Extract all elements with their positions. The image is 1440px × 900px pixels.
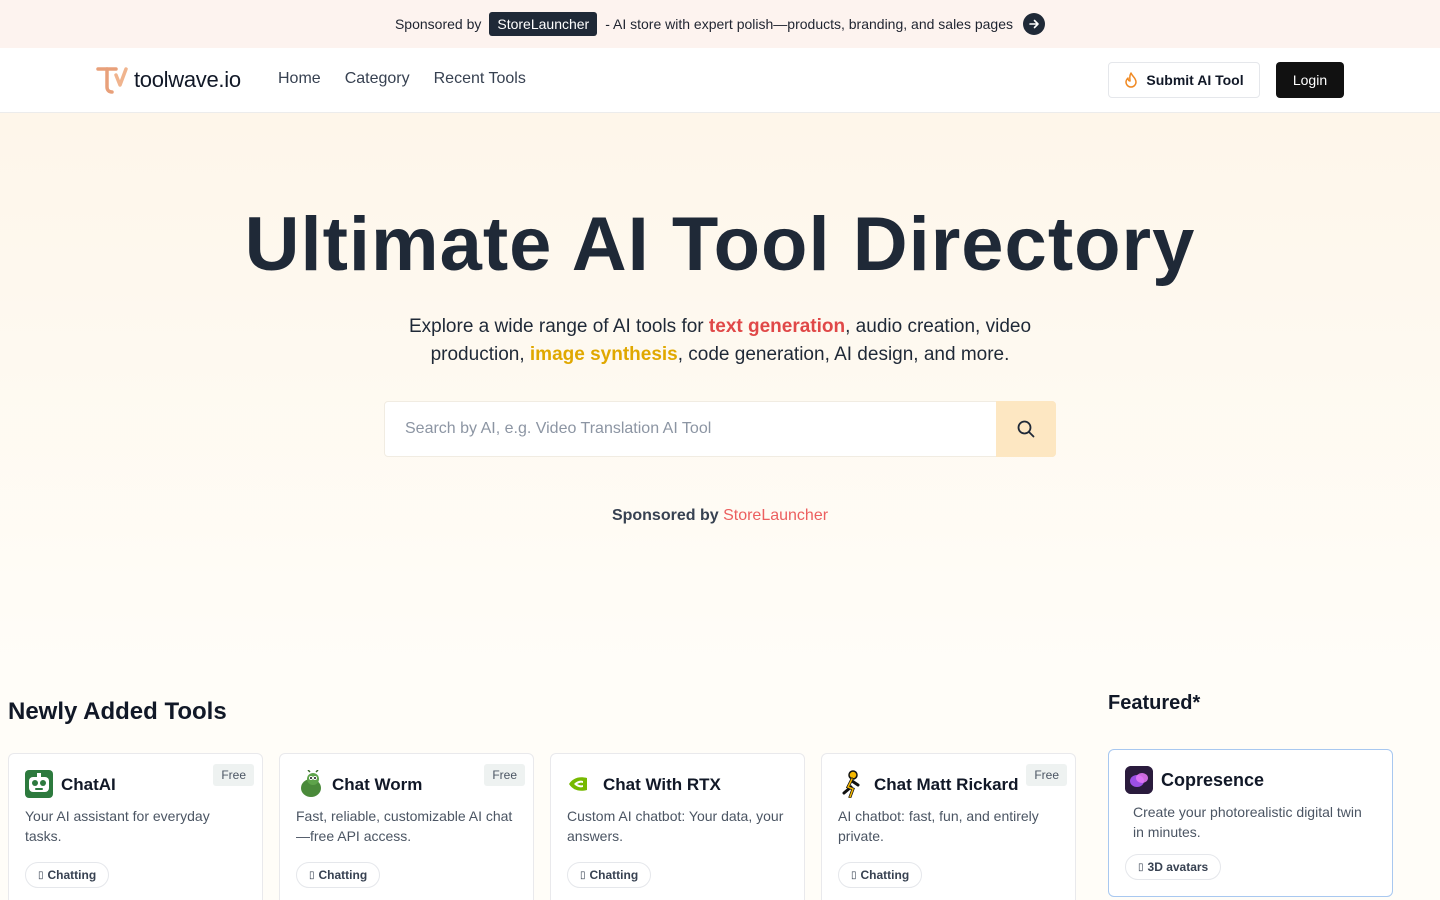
banner-sponsor-link[interactable]: StoreLauncher xyxy=(489,12,598,36)
search-button[interactable] xyxy=(996,401,1056,457)
submit-label: Submit AI Tool xyxy=(1146,72,1244,88)
hero-section: Ultimate AI Tool Directory Explore a wid… xyxy=(0,113,1440,673)
arrow-right-icon[interactable] xyxy=(1023,13,1046,35)
search-bar xyxy=(384,401,1056,457)
sponsored-label: Sponsored by xyxy=(611,507,719,524)
tag-icon: ▯ xyxy=(1138,861,1144,873)
login-button[interactable]: Login xyxy=(1276,62,1344,98)
price-badge: Free xyxy=(1026,764,1067,786)
category-tag[interactable]: ▯ Chatting xyxy=(567,862,652,888)
tool-card-chatai[interactable]: ChatAI Free Your AI assistant for everyd… xyxy=(8,753,263,900)
tag-icon: ▯ xyxy=(580,869,586,881)
category-tag[interactable]: ▯ Chatting xyxy=(25,862,110,888)
copresence-icon xyxy=(1125,766,1153,794)
newly-added-title: Newly Added Tools xyxy=(8,698,227,725)
tool-name: ChatAI xyxy=(61,775,116,794)
category-tag[interactable]: ▯ Chatting xyxy=(296,862,381,888)
category-tag[interactable]: ▯ 3D avatars xyxy=(1125,854,1222,880)
featured-title: Featured* xyxy=(1108,692,1201,714)
price-badge: Free xyxy=(213,764,254,786)
tool-card-chat-matt-rickard[interactable]: Chat Matt Rickard Free AI chatbot: fast,… xyxy=(821,753,1076,900)
tool-description: Custom AI chatbot: Your data, your answe… xyxy=(567,808,784,844)
tool-name: Chat With RTX xyxy=(603,775,721,794)
nav-category[interactable]: Category xyxy=(345,70,410,88)
banner-description: - AI store with expert polish—products, … xyxy=(605,16,1014,32)
tool-name: Chat Matt Rickard xyxy=(874,775,1019,794)
logo-icon xyxy=(96,67,128,94)
tag-icon: ▯ xyxy=(851,869,857,881)
tag-icon: ▯ xyxy=(38,869,44,881)
robot-icon xyxy=(25,770,53,798)
subtitle-text: , code generation, AI design, and more. xyxy=(677,344,1010,365)
tool-description: AI chatbot: fast, fun, and entirely priv… xyxy=(838,808,1039,844)
tool-card-chat-with-rtx[interactable]: Chat With RTX Custom AI chatbot: Your da… xyxy=(550,753,805,900)
main-nav: Home Category Recent Tools xyxy=(278,70,526,88)
tool-description: Your AI assistant for everyday tasks. xyxy=(25,808,210,844)
subtitle-text: Explore a wide range of AI tools for xyxy=(408,316,709,337)
tag-icon: ▯ xyxy=(309,869,315,881)
sponsor-banner: Sponsored by StoreLauncher - AI store wi… xyxy=(0,0,1440,48)
runner-icon xyxy=(842,770,860,798)
featured-tool-description: Create your photorealistic digital twin … xyxy=(1133,804,1362,840)
tag-label: Chatting xyxy=(589,868,639,882)
hero-subtitle: Explore a wide range of AI tools for tex… xyxy=(370,313,1070,369)
featured-tool-name: Copresence xyxy=(1161,770,1265,790)
nvidia-icon xyxy=(569,777,587,791)
tag-label: 3D avatars xyxy=(1147,860,1209,874)
search-icon xyxy=(1017,420,1035,438)
site-header: toolwave.io Home Category Recent Tools S… xyxy=(0,48,1440,113)
sponsored-brand-link[interactable]: StoreLauncher xyxy=(723,507,828,524)
highlight-image-synthesis: image synthesis xyxy=(529,344,678,365)
tag-label: Chatting xyxy=(318,868,368,882)
tool-name: Chat Worm xyxy=(332,775,423,794)
price-badge: Free xyxy=(484,764,525,786)
submit-ai-tool-button[interactable]: Submit AI Tool xyxy=(1108,62,1260,98)
highlight-text-generation: text generation xyxy=(708,316,846,337)
worm-icon xyxy=(301,770,321,797)
hero-sponsored: Sponsored by StoreLauncher xyxy=(0,507,1440,525)
tag-label: Chatting xyxy=(860,868,910,882)
logo-text: toolwave.io xyxy=(134,67,241,92)
featured-card-copresence[interactable]: Copresence Create your photorealistic di… xyxy=(1108,749,1393,897)
tag-label: Chatting xyxy=(47,868,97,882)
nav-recent-tools[interactable]: Recent Tools xyxy=(434,70,526,88)
hero-title: Ultimate AI Tool Directory xyxy=(244,202,1196,287)
tool-description: Fast, reliable, customizable AI chat—fre… xyxy=(296,808,513,844)
search-input[interactable] xyxy=(385,402,996,456)
banner-label: Sponsored by xyxy=(394,16,482,32)
flame-icon xyxy=(1125,72,1138,88)
logo[interactable]: toolwave.io xyxy=(96,65,241,95)
nav-home[interactable]: Home xyxy=(278,70,321,88)
tool-card-chat-worm[interactable]: Chat Worm Free Fast, reliable, customiza… xyxy=(279,753,534,900)
category-tag[interactable]: ▯ Chatting xyxy=(838,862,923,888)
